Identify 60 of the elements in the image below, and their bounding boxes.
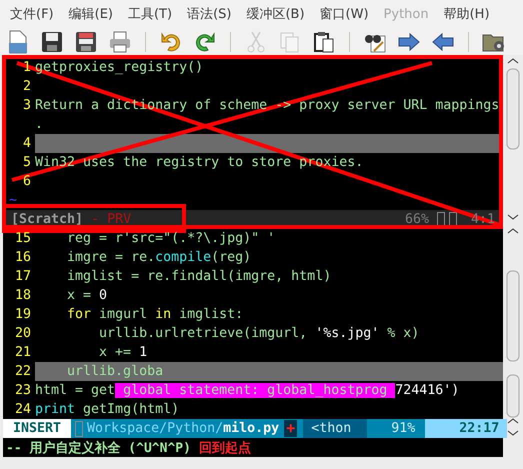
line-number: 4: [22, 136, 31, 151]
command-note: 回到起点: [198, 440, 251, 456]
line-number: 15: [14, 231, 31, 246]
save-all-icon: [75, 30, 97, 52]
text-line: .: [35, 117, 44, 132]
line-number: 16: [14, 250, 31, 265]
line-number: 17: [14, 269, 31, 284]
text-line: getproxies_registry(): [35, 60, 204, 75]
code-line: imgre = re.compile(reg): [66, 249, 252, 267]
code-line: for imgurl in imglist:: [66, 306, 244, 324]
scroll-percent: 91%: [367, 419, 426, 438]
code-line: print getImg(html): [35, 401, 180, 419]
redo-icon: [194, 30, 216, 52]
code-line: x += 1: [98, 344, 148, 362]
undo-icon: [160, 30, 182, 52]
file-path: Workspace/Python/: [87, 421, 224, 436]
preview-label: - PRV: [91, 212, 132, 227]
code-line: urllib.urlretrieve(imgurl, '%s.jpg' % x): [98, 325, 420, 343]
cursor-position: 4:1: [470, 212, 495, 227]
line-number: 3: [22, 98, 31, 113]
buffer-name: [Scratch]: [11, 212, 84, 227]
menu-item[interactable]: 语法(S): [181, 5, 240, 23]
line-number: 21: [14, 345, 31, 360]
line-number: 2: [22, 79, 31, 94]
line-number: 19: [14, 307, 31, 322]
command-message: -- 用户自定义补全 (^U^N^P): [6, 440, 191, 456]
scroll-percent: 66%: [404, 212, 429, 227]
cursor-position: 22:17: [425, 419, 508, 438]
glyph-box-icon: [436, 212, 445, 228]
line-number: 5: [22, 155, 31, 170]
scissors-icon: [245, 30, 267, 52]
menu-item[interactable]: 缓冲区(B): [240, 5, 314, 23]
menu-item[interactable]: 帮助(H): [438, 5, 499, 23]
glyph-box-icon: [448, 212, 457, 228]
copy-icon: [279, 30, 301, 52]
menu-item[interactable]: 窗口(W): [314, 5, 378, 23]
modified-label: +: [284, 420, 298, 437]
line-number: 18: [14, 288, 31, 303]
save-icon: [41, 30, 63, 52]
code-line: reg = r'src="(.*?\.jpg)" ': [66, 230, 276, 248]
line-number: 23: [14, 383, 31, 398]
empty-line-marker: ~: [8, 193, 18, 208]
menu-item[interactable]: 编辑(E): [62, 5, 122, 23]
line-number: 6: [22, 174, 31, 189]
left-arrow-icon: [432, 32, 454, 50]
line-number: 22: [14, 364, 31, 379]
line-number: 20: [14, 326, 31, 341]
menu-item[interactable]: 工具(T): [122, 5, 182, 23]
code-line: x = 0: [66, 287, 108, 305]
line-number: 24: [14, 402, 31, 417]
menu-item[interactable]: 文件(F): [4, 5, 63, 23]
code-line: imglist = re.findall(imgre, html): [66, 268, 332, 286]
new-file-icon: [7, 30, 29, 54]
file-type: <thon: [303, 419, 368, 438]
mode-indicator: INSERT: [3, 419, 72, 438]
paste-icon: [313, 30, 335, 52]
glyph-box-icon: [75, 420, 84, 436]
file-name: milo.py: [223, 421, 280, 436]
print-icon: [109, 30, 131, 52]
right-arrow-icon: [398, 32, 420, 50]
